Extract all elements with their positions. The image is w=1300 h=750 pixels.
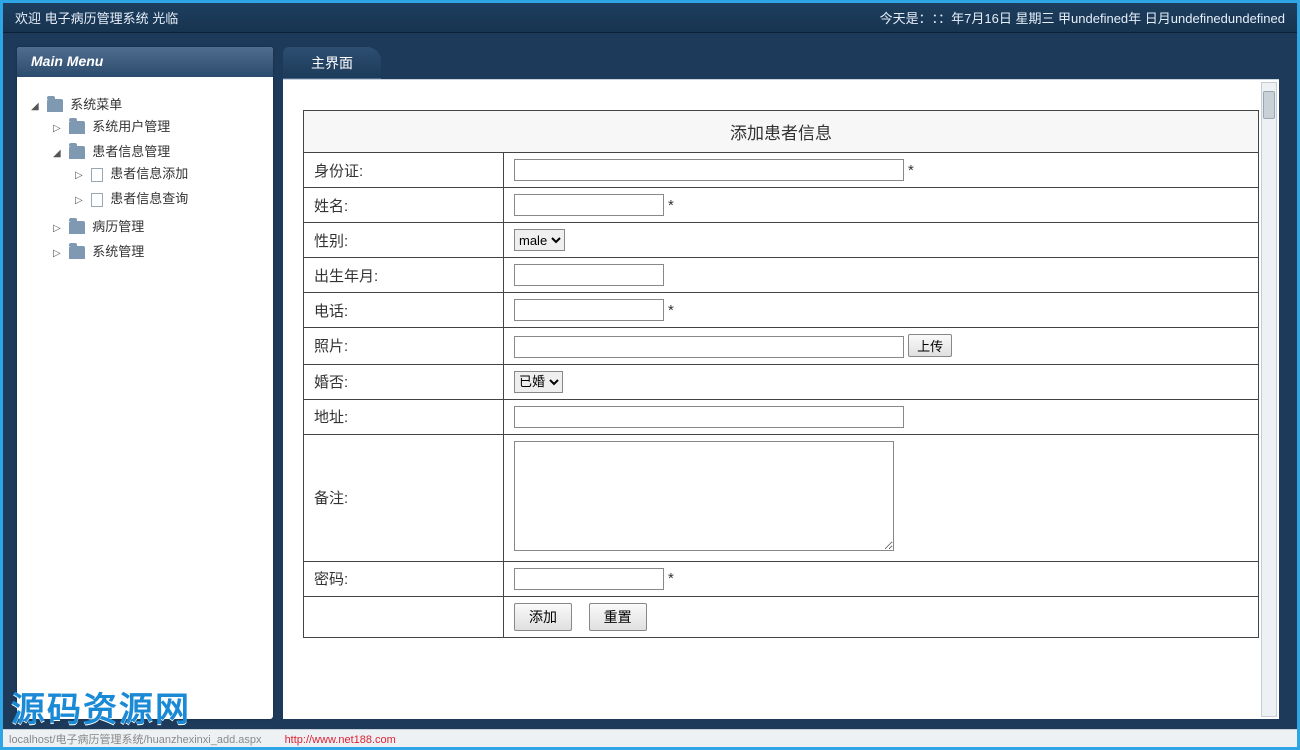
tree-label: 患者信息查询 — [110, 191, 188, 206]
watermark-logo: 源码资源网 — [11, 682, 191, 731]
main-panel: 添加患者信息 身份证: * 姓名: * 性别: male 出生年月: — [283, 79, 1279, 719]
phone-input[interactable] — [514, 299, 664, 321]
status-bar: localhost/电子病历管理系统/huanzhexinxi_add.aspx… — [3, 729, 1297, 747]
required-mark: * — [668, 570, 674, 587]
tree-item-patient-add[interactable]: ▷ 患者信息添加 — [75, 160, 265, 185]
label-address: 地址: — [304, 399, 504, 434]
password-input[interactable] — [514, 568, 664, 590]
id-input[interactable] — [514, 159, 904, 181]
label-gender: 性别: — [304, 223, 504, 258]
status-path: localhost/电子病历管理系统/huanzhexinxi_add.aspx — [9, 734, 262, 746]
marital-select[interactable]: 已婚 — [514, 371, 563, 393]
top-bar: 欢迎 电子病历管理系统 光临 今天是： ：：年7月16日 星期三 甲undefi… — [3, 3, 1297, 33]
chevron-down-icon: ◢ — [31, 101, 41, 112]
form-title: 添加患者信息 — [304, 111, 1259, 153]
tab-bar: 主界面 — [283, 47, 1279, 79]
folder-icon — [69, 121, 85, 134]
chevron-right-icon: ▷ — [75, 195, 85, 206]
tree-label: 患者信息管理 — [92, 144, 170, 159]
photo-input[interactable] — [514, 336, 904, 358]
folder-icon — [69, 246, 85, 259]
tab-main[interactable]: 主界面 — [283, 47, 381, 79]
label-phone: 电话: — [304, 293, 504, 328]
chevron-right-icon: ▷ — [53, 223, 63, 234]
scrollbar-thumb[interactable] — [1263, 91, 1275, 119]
label-password: 密码: — [304, 561, 504, 596]
sidebar-title: Main Menu — [17, 47, 273, 77]
today-label: 今天是： — [880, 8, 932, 27]
status-watermark-url: http://www.net188.com — [285, 734, 396, 746]
required-mark: * — [908, 162, 914, 179]
nav-tree: ◢ 系统菜单 ▷ 系统用户管理 ◢ 患 — [17, 77, 273, 280]
tree-label: 病历管理 — [92, 219, 144, 234]
label-id: 身份证: — [304, 153, 504, 188]
folder-icon — [69, 146, 85, 159]
welcome-text: 欢迎 电子病历管理系统 光临 — [15, 8, 178, 27]
address-input[interactable] — [514, 406, 904, 428]
tree-root[interactable]: ◢ 系统菜单 ▷ 系统用户管理 ◢ 患 — [31, 91, 265, 266]
chevron-right-icon: ▷ — [53, 248, 63, 259]
chevron-right-icon: ▷ — [53, 123, 63, 134]
gender-select[interactable]: male — [514, 229, 565, 251]
label-photo: 照片: — [304, 328, 504, 365]
tree-label: 系统管理 — [92, 244, 144, 259]
file-icon — [91, 168, 103, 182]
tree-label: 系统用户管理 — [92, 119, 170, 134]
label-remark: 备注: — [304, 434, 504, 561]
tree-item-record-mgmt[interactable]: ▷ 病历管理 — [53, 213, 265, 238]
label-birth: 出生年月: — [304, 258, 504, 293]
reset-button[interactable]: 重置 — [589, 603, 647, 631]
scrollbar[interactable] — [1261, 82, 1277, 717]
submit-button[interactable]: 添加 — [514, 603, 572, 631]
chevron-down-icon: ◢ — [53, 148, 63, 159]
birth-input[interactable] — [514, 264, 664, 286]
folder-icon — [69, 221, 85, 234]
name-input[interactable] — [514, 194, 664, 216]
patient-form: 添加患者信息 身份证: * 姓名: * 性别: male 出生年月: — [303, 110, 1259, 638]
tree-item-patient-query[interactable]: ▷ 患者信息查询 — [75, 185, 265, 210]
required-mark: * — [668, 302, 674, 319]
tree-root-label: 系统菜单 — [70, 97, 122, 112]
today-value: ：：年7月16日 星期三 甲undefined年 日月undefinedunde… — [932, 8, 1285, 27]
sidebar: Main Menu ◢ 系统菜单 ▷ 系统用户管理 — [17, 47, 273, 719]
folder-icon — [47, 99, 63, 112]
required-mark: * — [668, 197, 674, 214]
tree-item-system-mgmt[interactable]: ▷ 系统管理 — [53, 238, 265, 263]
file-icon — [91, 193, 103, 207]
label-marital: 婚否: — [304, 364, 504, 399]
remark-textarea[interactable] — [514, 441, 894, 551]
tree-item-user-mgmt[interactable]: ▷ 系统用户管理 — [53, 113, 265, 138]
tree-label: 患者信息添加 — [110, 166, 188, 181]
tree-item-patient-mgmt[interactable]: ◢ 患者信息管理 ▷ 患者信息添加 — [53, 138, 265, 213]
upload-button[interactable]: 上传 — [908, 334, 952, 357]
label-name: 姓名: — [304, 188, 504, 223]
chevron-right-icon: ▷ — [75, 170, 85, 181]
